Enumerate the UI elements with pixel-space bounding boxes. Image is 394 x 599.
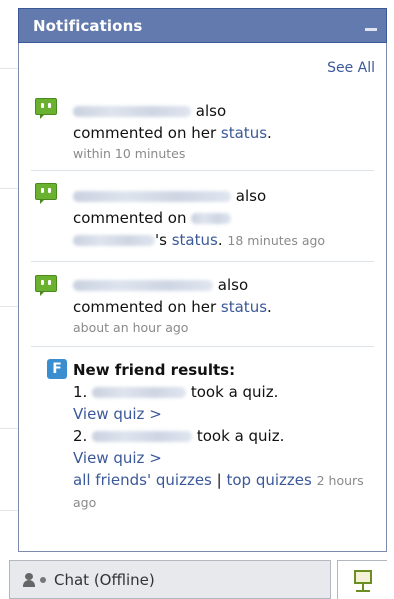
blurred-name	[92, 387, 187, 398]
status-link[interactable]: status	[221, 298, 267, 316]
view-quiz-link[interactable]: View quiz >	[73, 449, 162, 467]
notifications-panel: Notifications See All also commented on …	[18, 8, 387, 552]
timestamp: 18 minutes ago	[227, 233, 326, 248]
blurred-name	[73, 280, 213, 291]
quiz-heading: New friend results:	[73, 361, 236, 379]
panel-header: Notifications	[18, 8, 387, 43]
all-friends-quizzes-link[interactable]: all friends' quizzes	[73, 471, 212, 489]
minimize-icon[interactable]	[365, 28, 377, 31]
chat-label: Chat (Offline)	[54, 570, 155, 589]
chat-bar[interactable]: Chat (Offline)	[9, 560, 331, 599]
timestamp: about an hour ago	[73, 320, 189, 335]
list-item[interactable]: also commented on her status. about an h…	[31, 262, 374, 347]
status-link[interactable]: status	[221, 124, 267, 142]
blurred-name	[191, 213, 232, 224]
blurred-name	[73, 106, 191, 117]
panel-title: Notifications	[33, 16, 143, 35]
comment-icon	[35, 183, 57, 204]
presentation-button[interactable]	[337, 560, 387, 599]
person-icon	[22, 572, 36, 587]
list-item[interactable]: F New friend results: 1. took a quiz. Vi…	[31, 347, 374, 519]
status-link[interactable]: status	[172, 231, 218, 249]
presentation-icon	[353, 567, 373, 593]
top-quizzes-link[interactable]: top quizzes	[227, 471, 312, 489]
status-dot-icon	[40, 576, 46, 583]
blurred-name	[73, 191, 231, 202]
list-item[interactable]: also commented on her status. within 10 …	[31, 92, 374, 171]
comment-icon	[35, 98, 57, 119]
quiz-app-icon: F	[47, 359, 67, 379]
comment-icon	[35, 275, 57, 296]
blurred-name	[92, 431, 193, 442]
see-all-link[interactable]: See All	[327, 60, 375, 76]
notification-list: also commented on her status. within 10 …	[19, 92, 386, 519]
view-quiz-link[interactable]: View quiz >	[73, 405, 162, 423]
blurred-name	[73, 235, 155, 246]
timestamp: within 10 minutes	[73, 146, 186, 161]
list-item[interactable]: also commented on 's status. 18 minutes …	[31, 171, 374, 262]
